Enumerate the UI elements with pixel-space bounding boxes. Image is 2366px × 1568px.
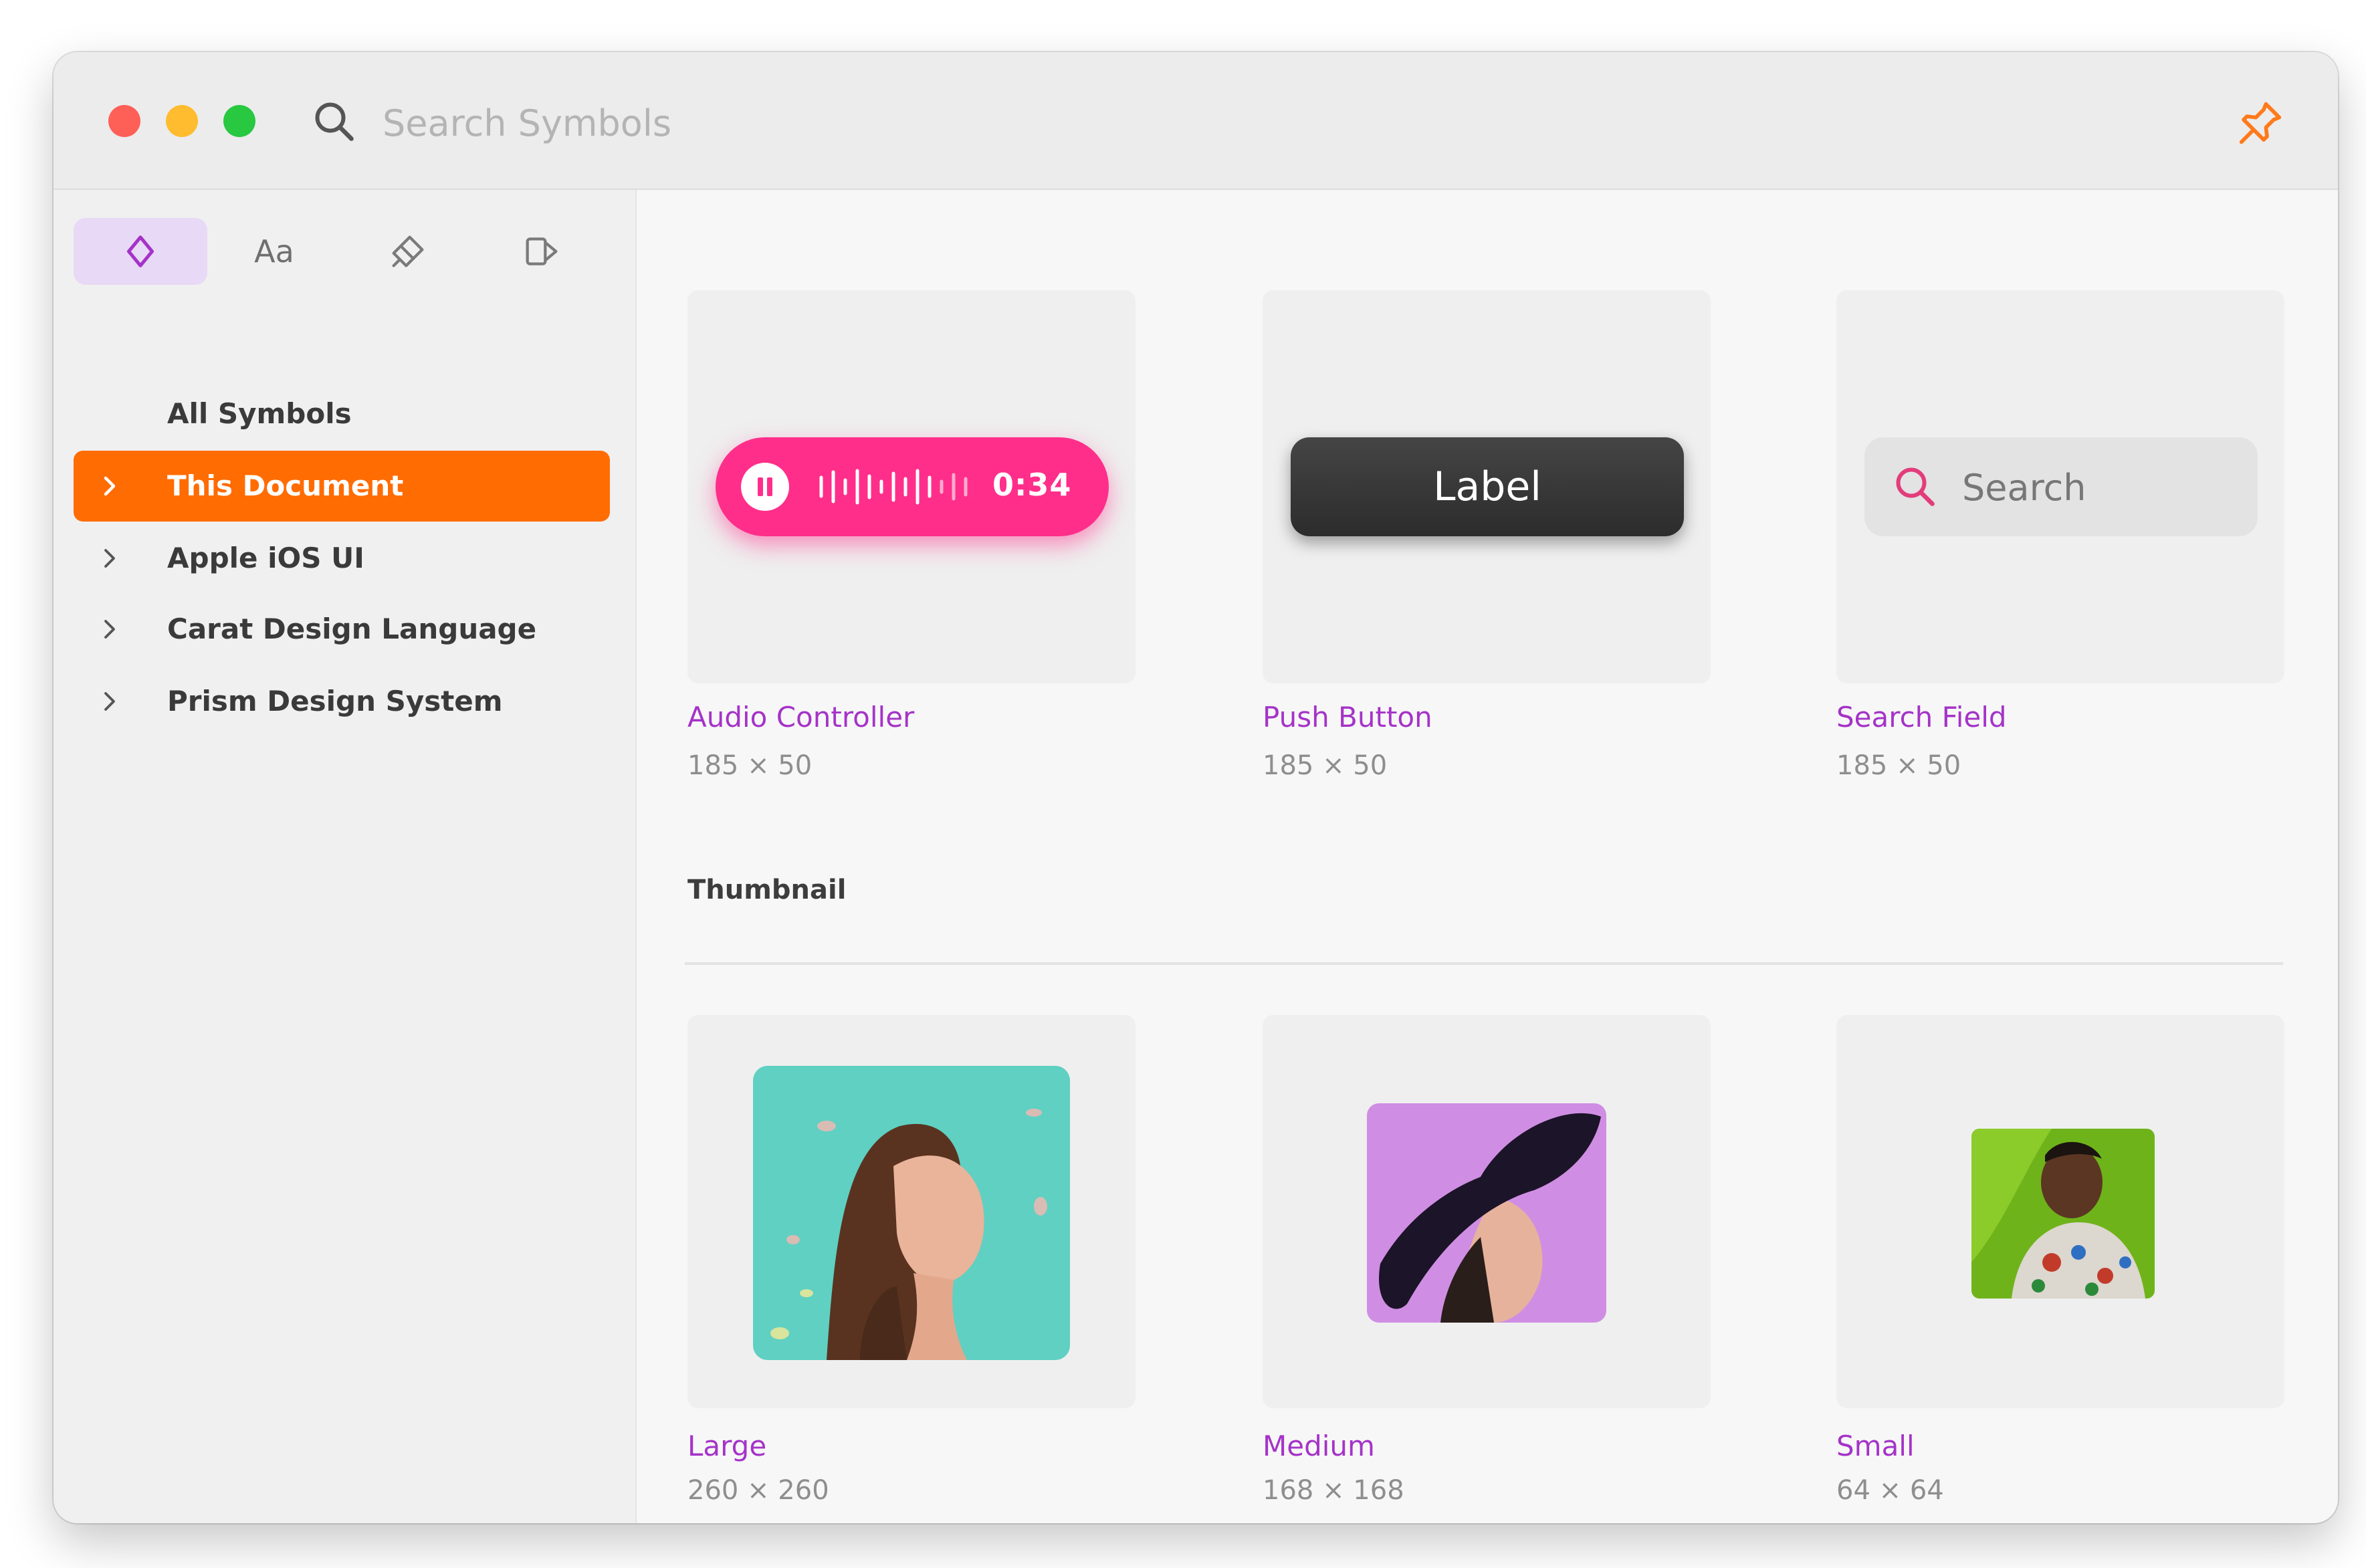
minimize-button[interactable] xyxy=(166,105,198,137)
tab-text-styles[interactable]: Aa xyxy=(207,218,341,285)
symbols-window: Aa All Symbols xyxy=(53,52,2338,1523)
sidebar-item-all-symbols[interactable]: All Symbols xyxy=(74,378,610,449)
diamond-icon xyxy=(127,235,154,267)
chevron-right-icon xyxy=(104,476,116,496)
symbol-size: 260 × 260 xyxy=(687,1475,829,1506)
sidebar-item-label: All Symbols xyxy=(167,397,352,430)
text-styles-label: Aa xyxy=(254,233,294,269)
search-field-placeholder: Search xyxy=(1962,467,2086,509)
symbol-size: 185 × 50 xyxy=(687,750,813,781)
symbol-card-audio-controller[interactable]: 0:34 xyxy=(687,290,1136,683)
search-icon xyxy=(1896,467,1935,506)
audio-time: 0:34 xyxy=(992,467,1072,503)
search-field-preview: Search xyxy=(1864,437,2258,536)
section-divider xyxy=(685,962,2283,965)
pause-icon xyxy=(741,463,789,511)
push-button-preview: Label xyxy=(1291,437,1684,536)
search-input[interactable] xyxy=(381,92,1387,154)
symbol-title: Small xyxy=(1836,1430,1915,1462)
paint-icon xyxy=(392,235,424,267)
audio-controller-preview: 0:34 xyxy=(716,437,1109,536)
tab-symbols[interactable] xyxy=(74,218,207,285)
chevron-right-icon xyxy=(104,692,115,711)
symbol-card-search-field[interactable]: Search xyxy=(1836,290,2284,683)
tab-layer-styles[interactable] xyxy=(475,218,609,285)
symbol-card-push-button[interactable]: Label xyxy=(1263,290,1711,683)
sidebar-item-label: Prism Design System xyxy=(167,685,503,717)
section-title-thumbnail: Thumbnail xyxy=(687,875,847,905)
layer-style-icon xyxy=(526,237,558,265)
symbol-title: Audio Controller xyxy=(687,701,915,734)
search-icon xyxy=(315,102,354,141)
avatar-image-medium xyxy=(1367,1103,1606,1323)
symbol-card-large[interactable] xyxy=(687,1015,1136,1408)
close-button[interactable] xyxy=(108,105,140,137)
sidebar-item-label: This Document xyxy=(167,469,404,502)
symbol-title: Large xyxy=(687,1430,767,1462)
symbol-size: 185 × 50 xyxy=(1263,750,1388,781)
sidebar-item-carat-design-language[interactable]: Carat Design Language xyxy=(74,594,610,665)
symbol-size: 168 × 168 xyxy=(1263,1475,1404,1506)
waveform-icon xyxy=(819,469,968,505)
sidebar-item-label: Carat Design Language xyxy=(167,612,537,645)
symbol-card-medium[interactable] xyxy=(1263,1015,1711,1408)
sidebar-item-prism-design-system[interactable]: Prism Design System xyxy=(74,666,610,737)
chevron-right-icon xyxy=(104,620,115,639)
sidebar-item-apple-ios-ui[interactable]: Apple iOS UI xyxy=(74,523,610,594)
symbol-size: 64 × 64 xyxy=(1836,1475,1944,1506)
symbol-grid: 0:34 Audio Controller 185 × 50 Label Pus… xyxy=(637,190,2338,1523)
symbol-title: Search Field xyxy=(1836,701,2007,734)
zoom-button[interactable] xyxy=(223,105,255,137)
avatar-image-large xyxy=(753,1066,1070,1360)
symbol-title: Push Button xyxy=(1263,701,1432,734)
symbol-size: 185 × 50 xyxy=(1836,750,1961,781)
sidebar-item-this-document[interactable]: This Document xyxy=(74,451,610,522)
chevron-right-icon xyxy=(104,549,115,568)
symbol-title: Medium xyxy=(1263,1430,1375,1462)
symbol-card-small[interactable] xyxy=(1836,1015,2284,1408)
sidebar: Aa All Symbols This Document Apple iOS U… xyxy=(53,190,637,1523)
avatar-image-small xyxy=(1971,1129,2155,1299)
tab-color-fill[interactable] xyxy=(341,218,475,285)
pin-icon[interactable] xyxy=(2234,96,2287,150)
title-bar xyxy=(53,52,2338,190)
sidebar-item-label: Apple iOS UI xyxy=(167,542,364,574)
